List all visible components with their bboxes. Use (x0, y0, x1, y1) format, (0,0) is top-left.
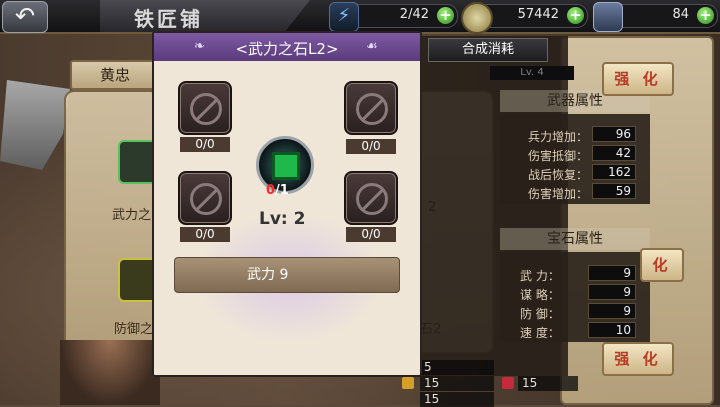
item-label-defense: 防御之 (114, 322, 154, 337)
gold-gem-icon (402, 377, 414, 389)
gem-attribute-bar: 武力 9 (174, 257, 400, 293)
item-label-attack: 武力之 (112, 208, 152, 223)
weapon-stat-label: 伤害增加： (528, 187, 589, 201)
gem-pack-counter: 84 + (593, 2, 718, 32)
gem-attribute-text: 武力 9 (247, 267, 289, 283)
gem-level: Lv: 2 (259, 209, 306, 229)
strengthen-button-label: 化 (652, 256, 672, 274)
material-slot-top-left[interactable] (178, 81, 232, 135)
strengthen-button[interactable]: 强 化 (602, 62, 674, 96)
cost-cell: 5 (420, 360, 494, 375)
locked-slot-icon (356, 93, 388, 125)
material-count: 0/0 (346, 227, 396, 242)
energy-counter: ⚡ 2/42 + (329, 2, 458, 32)
gem-stat-label: 防 御： (520, 307, 560, 321)
coin-counter: 57442 + (461, 2, 588, 34)
gem-stat-value: 9 (588, 284, 636, 300)
material-count: 0/0 (180, 227, 230, 242)
hero-figure (60, 340, 160, 405)
hero-name: 黄忠 (99, 66, 130, 84)
page-title: 铁匠铺 (134, 7, 203, 31)
level-tag: Lv. 4 (490, 66, 574, 80)
synthesis-tab[interactable]: 合成消耗 (428, 38, 548, 62)
gem-stat-label: 速 度： (520, 326, 560, 340)
gem-detail-popup: ❧ ☙ <武力之石L2> 0/0 0/0 0/0 0/0 0/1 Lv: 2 武… (152, 31, 422, 377)
weapon-stat-label: 伤害抵御： (528, 149, 589, 163)
gem-stat-label: 武 力： (520, 269, 560, 283)
weapon-stat-label: 战后恢复： (528, 168, 589, 182)
popup-title: <武力之石L2> (235, 40, 339, 58)
gem-pack-value: 84 (672, 7, 689, 22)
gem-count-need: /1 (275, 183, 289, 198)
strengthen-button-label: 强 化 (614, 350, 662, 368)
add-gem-pack-button[interactable]: + (697, 7, 714, 24)
back-arrow-icon: ↶ (14, 2, 36, 30)
material-slot-top-right[interactable] (344, 81, 398, 135)
locked-slot-icon (190, 93, 222, 125)
gem-stat-value: 10 (588, 322, 636, 338)
cost-cell: 15 (420, 376, 494, 391)
gem-count: 0/1 (266, 183, 306, 198)
material-slot-bottom-right[interactable] (344, 171, 398, 225)
weapon-stat-value: 96 (592, 126, 636, 142)
material-slot-bottom-left[interactable] (178, 171, 232, 225)
cost-cell: 15 (518, 376, 578, 391)
strengthen-button-3[interactable]: 强 化 (602, 342, 674, 376)
weapon-attr-title: 武器属性 (547, 93, 603, 109)
gem-attr-title: 宝石属性 (547, 231, 603, 247)
gem-stat-value: 9 (588, 303, 636, 319)
back-button[interactable]: ↶ (2, 1, 48, 33)
gem-pack-icon (593, 2, 623, 32)
energy-value: 2/42 (399, 7, 429, 22)
locked-slot-icon (190, 183, 222, 215)
level-tag-text: Lv. 4 (520, 67, 544, 78)
strengthen-button-2[interactable]: 化 (640, 248, 684, 282)
green-gem-icon (272, 152, 300, 180)
synthesis-tab-label: 合成消耗 (461, 42, 514, 57)
add-energy-button[interactable]: + (437, 7, 454, 24)
weapon-stat-label: 兵力增加： (528, 130, 589, 144)
lightning-icon: ⚡ (329, 2, 359, 32)
gem-count-have: 0 (266, 183, 276, 198)
weapon-stat-value: 59 (592, 183, 636, 199)
weapon-stat-value: 42 (592, 145, 636, 161)
material-count: 0/0 (346, 139, 396, 154)
gem-attr-title-bar: 宝石属性 (500, 228, 650, 250)
weapon-stat-value: 162 (592, 164, 636, 180)
coin-icon (461, 2, 493, 34)
red-gem-icon (502, 377, 514, 389)
hero-name-tag: 黄忠 (70, 60, 160, 90)
strengthen-button-label: 强 化 (614, 70, 662, 88)
title-banner: 铁匠铺 (100, 0, 310, 32)
add-coin-button[interactable]: + (567, 7, 584, 24)
gem-stat-value: 9 (588, 265, 636, 281)
gem-stat-label: 谋 略： (520, 288, 560, 302)
locked-slot-icon (356, 183, 388, 215)
coin-value: 57442 (517, 7, 559, 22)
material-count: 0/0 (180, 137, 230, 152)
